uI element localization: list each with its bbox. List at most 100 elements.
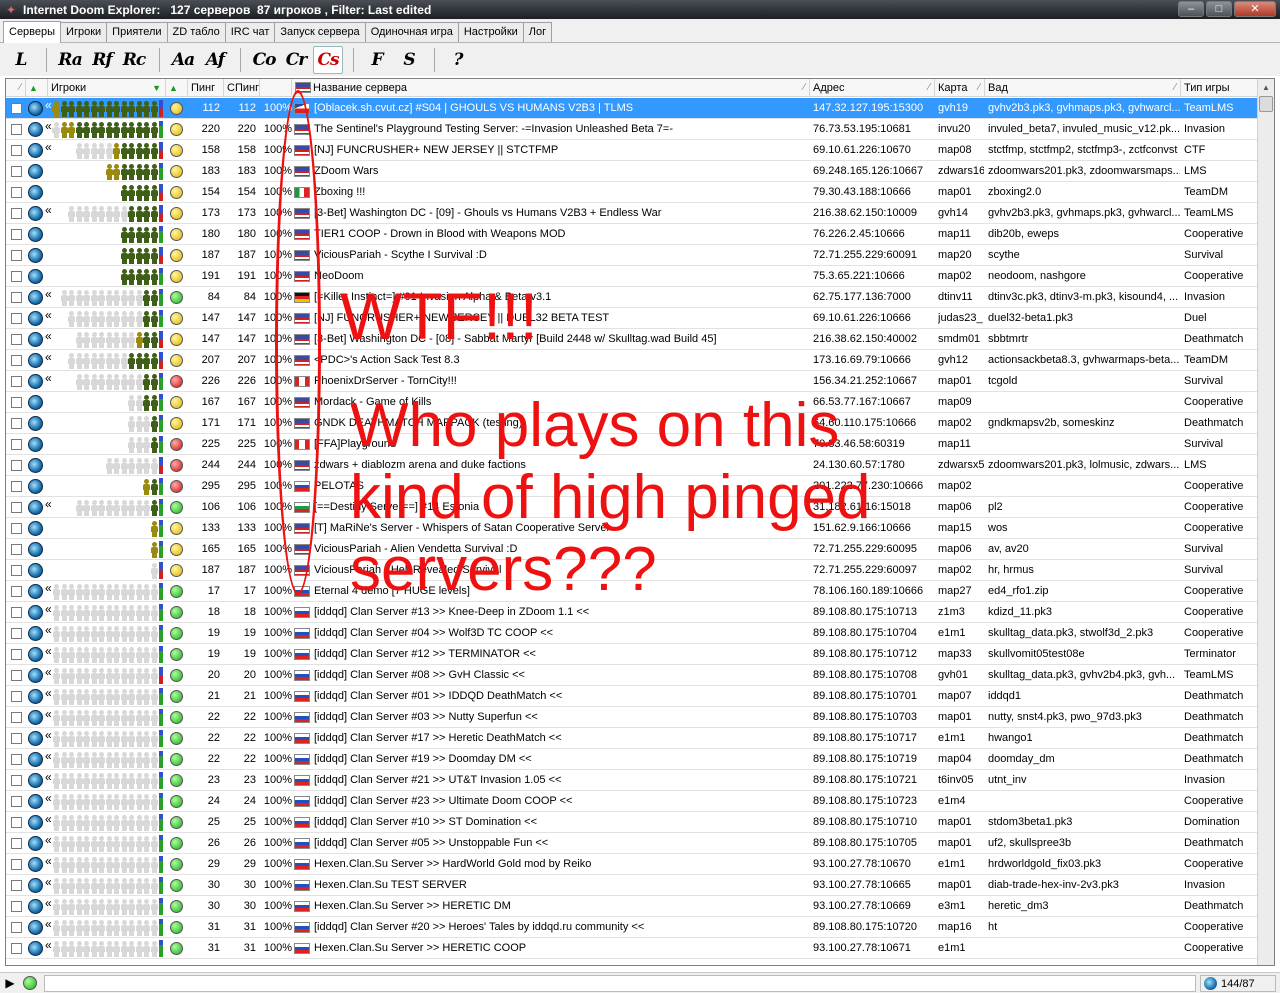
table-row[interactable]: « 26 26 100% [iddqd] Clan Server #05 >> Unst… — [6, 833, 1259, 854]
table-row[interactable]: 187 187 100% ViciousPariah - Hell Revealed … — [6, 560, 1259, 581]
col-ping-icon-header[interactable]: ▲ — [166, 79, 188, 97]
col-map-header[interactable]: Карта ⁄ — [935, 79, 985, 97]
row-checkbox[interactable] — [11, 418, 22, 429]
row-checkbox[interactable] — [11, 586, 22, 597]
row-checkbox[interactable] — [11, 208, 22, 219]
table-row[interactable]: « 31 31 100% [iddqd] Clan Server #20 >> Hero… — [6, 917, 1259, 938]
row-checkbox[interactable] — [11, 334, 22, 345]
close-button[interactable]: ✕ — [1234, 1, 1276, 17]
tab-friends[interactable]: Приятели — [106, 22, 168, 42]
table-row[interactable]: « 112 112 100% [Oblacek.sh.cvut.cz] #S04 | G… — [6, 98, 1259, 119]
scroll-thumb[interactable] — [1259, 96, 1273, 112]
table-row[interactable]: « 29 29 100% Hexen.Clan.Su Server >> HardWor… — [6, 854, 1259, 875]
refresh-current-button[interactable]: Rc — [119, 46, 149, 74]
table-row[interactable]: « 30 30 100% Hexen.Clan.Su Server >> HERETIC… — [6, 896, 1259, 917]
refresh-all-button[interactable]: Ra — [55, 46, 85, 74]
row-checkbox[interactable] — [11, 733, 22, 744]
table-row[interactable]: 244 244 100% zdwars + diablozm arena and du… — [6, 455, 1259, 476]
table-row[interactable]: « 23 23 100% [iddqd] Clan Server #21 >> UT&T… — [6, 770, 1259, 791]
table-row[interactable]: « 17 17 100% Eternal 4 demo [7 HUGE levels] 7… — [6, 581, 1259, 602]
row-checkbox[interactable] — [11, 565, 22, 576]
filter-button[interactable]: F — [362, 46, 392, 74]
col-sping-header[interactable]: СПинг — [224, 79, 260, 97]
row-checkbox[interactable] — [11, 544, 22, 555]
row-checkbox[interactable] — [11, 355, 22, 366]
maximize-button[interactable]: □ — [1206, 1, 1232, 17]
col-address-header[interactable]: Адрес ⁄ — [810, 79, 935, 97]
server-list[interactable]: ⁄ ▲ Игроки ▼ ▲ Пинг СПинг Название сервер… — [5, 78, 1275, 966]
table-row[interactable]: « 19 19 100% [iddqd] Clan Server #12 >> TERM… — [6, 644, 1259, 665]
table-row[interactable]: « 25 25 100% [iddqd] Clan Server #10 >> ST D… — [6, 812, 1259, 833]
row-checkbox[interactable] — [11, 670, 22, 681]
row-checkbox[interactable] — [11, 943, 22, 954]
launch-button[interactable]: L — [6, 46, 36, 74]
row-checkbox[interactable] — [11, 901, 22, 912]
col-name-header[interactable]: Название сервера ⁄ — [292, 79, 810, 97]
table-row[interactable]: « 18 18 100% [iddqd] Clan Server #13 >> Knee… — [6, 602, 1259, 623]
row-checkbox[interactable] — [11, 460, 22, 471]
scroll-up-icon[interactable]: ▲ — [1258, 79, 1274, 96]
tab-settings[interactable]: Настройки — [457, 22, 524, 42]
help-button[interactable]: ? — [443, 46, 473, 74]
vertical-scrollbar[interactable]: ▲ — [1257, 79, 1274, 965]
table-row[interactable]: « 207 207 100% <PDC>'s Action Sack Test 8.3 1… — [6, 350, 1259, 371]
table-row[interactable]: 225 225 100% [FFA]Playground 70.83.46.58:603… — [6, 434, 1259, 455]
table-row[interactable]: 180 180 100% TIER1 COOP - Drown in Blood wi… — [6, 224, 1259, 245]
table-row[interactable]: « 24 24 100% [iddqd] Clan Server #23 >> Ulti… — [6, 791, 1259, 812]
row-checkbox[interactable] — [11, 439, 22, 450]
row-checkbox[interactable] — [11, 250, 22, 261]
row-checkbox[interactable] — [11, 397, 22, 408]
row-checkbox[interactable] — [11, 796, 22, 807]
table-row[interactable]: « 22 22 100% [iddqd] Clan Server #19 >> Doom… — [6, 749, 1259, 770]
add-favorites-button[interactable]: Af — [200, 46, 230, 74]
table-row[interactable]: « 19 19 100% [iddqd] Clan Server #04 >> Wolf… — [6, 623, 1259, 644]
row-checkbox[interactable] — [11, 481, 22, 492]
col-status-header[interactable]: ▲ — [26, 79, 48, 97]
table-row[interactable]: « 147 147 100% [3-Bet] Washington DC - [08] … — [6, 329, 1259, 350]
row-checkbox[interactable] — [11, 607, 22, 618]
col-check-header[interactable]: ⁄ — [6, 79, 26, 97]
row-checkbox[interactable] — [11, 229, 22, 240]
row-checkbox[interactable] — [11, 775, 22, 786]
table-row[interactable]: « 147 147 100% [NJ] FUNCRUSHER+ NEW JERSEY |… — [6, 308, 1259, 329]
table-row[interactable]: « 106 106 100% [==Destiny Server==] #14 Esto… — [6, 497, 1259, 518]
table-row[interactable]: 191 191 100% NeoDoom 75.3.65.221:10666 map02 n… — [6, 266, 1259, 287]
col-players-header[interactable]: Игроки ▼ — [48, 79, 166, 97]
col-ping-header[interactable]: Пинг — [188, 79, 224, 97]
col-wad-header[interactable]: Вад ⁄ — [985, 79, 1181, 97]
table-row[interactable]: « 30 30 100% Hexen.Clan.Su TEST SERVER 93.100… — [6, 875, 1259, 896]
row-checkbox[interactable] — [11, 859, 22, 870]
table-row[interactable]: 167 167 100% Mordack - Game of Kills 66.53.7… — [6, 392, 1259, 413]
table-row[interactable]: 171 171 100% GNDK DEATHMATCH MAPPACK (testi… — [6, 413, 1259, 434]
add-all-button[interactable]: Aa — [168, 46, 198, 74]
table-row[interactable]: « 158 158 100% [NJ] FUNCRUSHER+ NEW JERSEY |… — [6, 140, 1259, 161]
tab-players[interactable]: Игроки — [60, 22, 108, 42]
table-row[interactable]: « 22 22 100% [iddqd] Clan Server #03 >> Nutt… — [6, 707, 1259, 728]
table-row[interactable]: « 31 31 100% Hexen.Clan.Su Server >> HERETIC… — [6, 938, 1259, 959]
tab-irc-chat[interactable]: IRC чат — [224, 22, 276, 42]
row-checkbox[interactable] — [11, 838, 22, 849]
play-icon[interactable]: ▶ — [2, 975, 18, 991]
col-percent-header[interactable] — [260, 79, 292, 97]
row-checkbox[interactable] — [11, 922, 22, 933]
row-checkbox[interactable] — [11, 313, 22, 324]
table-row[interactable]: « 173 173 100% [3-Bet] Washington DC - [09] … — [6, 203, 1259, 224]
row-checkbox[interactable] — [11, 376, 22, 387]
tab-zd-scoreboard[interactable]: ZD табло — [166, 22, 226, 42]
table-row[interactable]: « 21 21 100% [iddqd] Clan Server #01 >> IDDQ… — [6, 686, 1259, 707]
row-checkbox[interactable] — [11, 124, 22, 135]
table-row[interactable]: 154 154 100% Zboxing !!! 79.30.43.188:10666 m… — [6, 182, 1259, 203]
table-row[interactable]: 183 183 100% ZDoom Wars 69.248.165.126:10667… — [6, 161, 1259, 182]
tab-single-player[interactable]: Одиночная игра — [364, 22, 459, 42]
row-checkbox[interactable] — [11, 649, 22, 660]
table-row[interactable]: 133 133 100% [T] MaRiNe's Server - Whispers… — [6, 518, 1259, 539]
table-row[interactable]: 187 187 100% ViciousPariah - Scythe I Survi… — [6, 245, 1259, 266]
row-checkbox[interactable] — [11, 166, 22, 177]
row-checkbox[interactable] — [11, 103, 22, 114]
tab-launch-server[interactable]: Запуск сервера — [274, 22, 366, 42]
row-checkbox[interactable] — [11, 880, 22, 891]
refresh-favorites-button[interactable]: Rf — [87, 46, 117, 74]
table-row[interactable]: « 84 84 100% [=Killer Instinct=] #01 Invasio… — [6, 287, 1259, 308]
table-row[interactable]: « 220 220 100% The Sentinel's Playground Tes… — [6, 119, 1259, 140]
tab-log[interactable]: Лог — [522, 22, 553, 42]
